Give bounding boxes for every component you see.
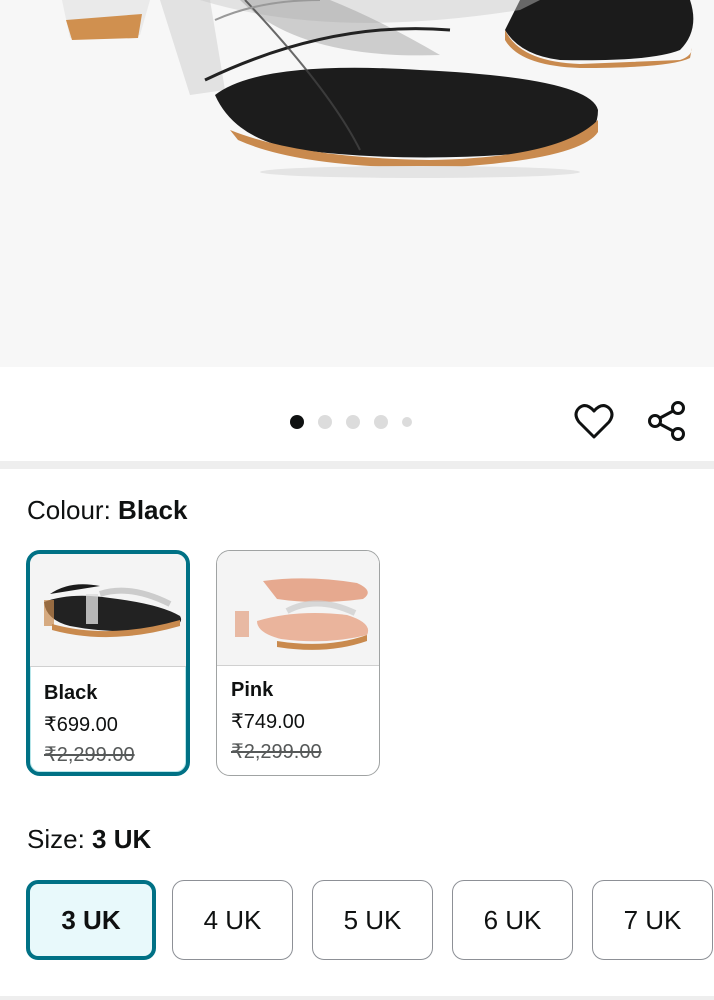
carousel-dot-3[interactable]	[346, 415, 360, 429]
size-option-6uk[interactable]: 6 UK	[452, 880, 573, 960]
sandal-illustration	[62, 0, 694, 178]
colour-option-black[interactable]: Black ₹699.00 ₹2,299.00	[26, 550, 190, 776]
colour-label: Colour:	[27, 495, 119, 525]
bottom-divider	[0, 996, 714, 1000]
colour-selected-value: Black	[118, 495, 188, 525]
size-label: Size:	[27, 824, 93, 854]
product-image[interactable]	[0, 0, 714, 367]
heart-outline-icon	[574, 404, 614, 439]
colour-heading: Colour: Black	[27, 494, 187, 526]
section-divider	[0, 461, 714, 469]
carousel-dot-2[interactable]	[318, 415, 332, 429]
colour-option-name: Black	[44, 682, 98, 704]
colour-option-price: ₹749.00	[231, 711, 305, 733]
carousel-dot-5[interactable]	[402, 417, 412, 427]
share-icon	[648, 401, 685, 441]
wishlist-button[interactable]	[572, 399, 616, 443]
colour-option-mrp: ₹2,299.00	[44, 744, 135, 766]
size-option-5uk[interactable]: 5 UK	[312, 880, 433, 960]
carousel-dot-1[interactable]	[290, 415, 304, 429]
colour-thumbnail-black	[30, 554, 186, 667]
size-heading: Size: 3 UK	[27, 823, 151, 855]
size-selected-value: 3 UK	[92, 824, 152, 854]
colour-option-pink[interactable]: Pink ₹749.00 ₹2,299.00	[216, 550, 380, 776]
size-option-3uk[interactable]: 3 UK	[26, 880, 156, 960]
colour-thumbnail-pink	[217, 551, 379, 666]
size-option-4uk[interactable]: 4 UK	[172, 880, 293, 960]
share-button[interactable]	[645, 399, 689, 443]
colour-option-mrp: ₹2,299.00	[231, 741, 322, 763]
size-option-7uk[interactable]: 7 UK	[592, 880, 713, 960]
carousel-dot-4[interactable]	[374, 415, 388, 429]
colour-option-price: ₹699.00	[44, 714, 118, 736]
colour-option-name: Pink	[231, 679, 274, 701]
carousel-indicator[interactable]	[290, 414, 412, 430]
